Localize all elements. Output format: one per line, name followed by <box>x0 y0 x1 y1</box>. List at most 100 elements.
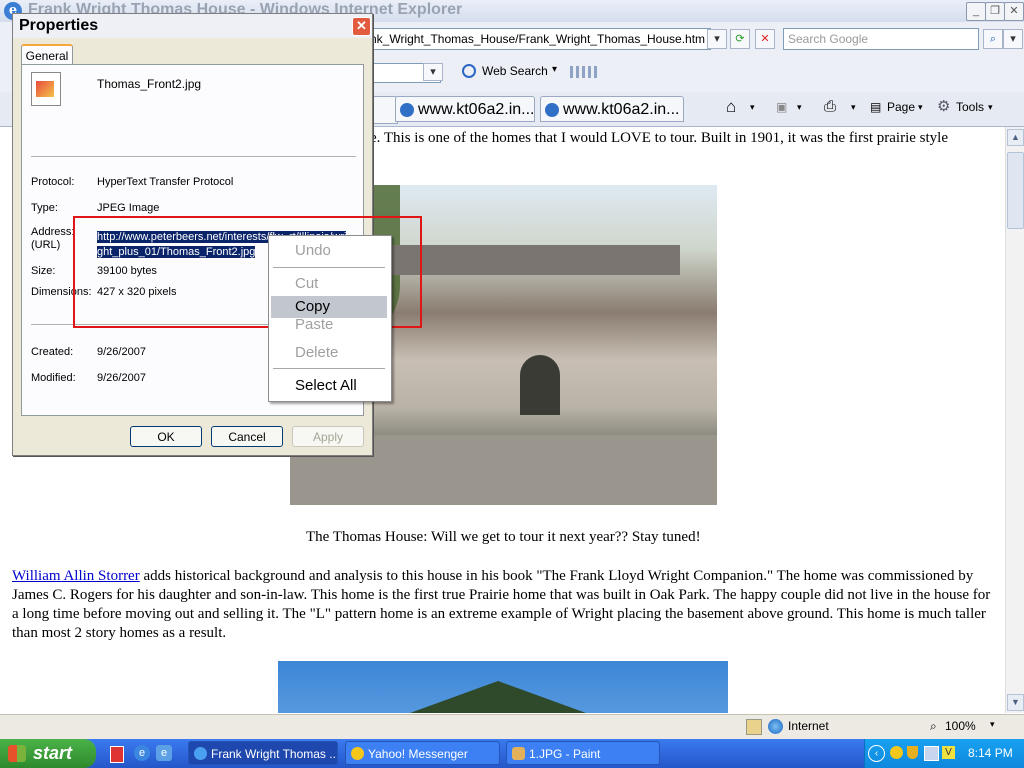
task-paint[interactable]: 1.JPG - Paint <box>506 741 660 765</box>
quicklaunch-app-icon[interactable] <box>110 746 124 763</box>
address-bar[interactable]: nk_Wright_Thomas_House/Frank_Wright_Thom… <box>365 28 711 50</box>
task-ie[interactable]: Frank Wright Thomas ... <box>188 741 338 765</box>
protocol-label: Protocol: <box>31 176 75 188</box>
combo-dropdown-icon[interactable]: ▾ <box>423 63 443 81</box>
clock[interactable]: 8:14 PM <box>968 746 1013 760</box>
start-label: start <box>33 743 73 763</box>
scroll-up-icon[interactable]: ▲ <box>1007 129 1024 146</box>
image-thumbnail-shape <box>36 81 54 97</box>
apply-button[interactable]: Apply <box>292 426 364 447</box>
tools-dropdown-icon[interactable]: ▾ <box>988 98 993 116</box>
windows-flag-icon <box>8 745 26 762</box>
page-menu-icon: ▤ <box>870 100 882 114</box>
paint-icon <box>512 747 525 760</box>
quicklaunch-ie-icon[interactable]: e <box>134 745 150 761</box>
zoom-level[interactable]: 100% <box>945 719 976 733</box>
print-icon[interactable]: ⎙ <box>824 98 836 116</box>
tray-expand-icon[interactable]: ‹ <box>868 745 885 762</box>
dialog-title: Properties <box>13 14 372 38</box>
menu-separator <box>273 267 385 268</box>
shield-icon[interactable] <box>907 746 918 759</box>
tools-menu[interactable]: Tools <box>956 98 984 116</box>
context-menu: Undo Cut Copy Paste Delete Select All <box>268 235 392 402</box>
created-value: 9/26/2007 <box>97 346 146 358</box>
menu-item-select-all[interactable]: Select All <box>271 375 387 397</box>
tab-partial[interactable] <box>370 96 398 124</box>
task-yahoo-messenger[interactable]: Yahoo! Messenger <box>345 741 500 765</box>
stop-icon[interactable]: ✕ <box>755 29 775 49</box>
print-dropdown-icon[interactable]: ▾ <box>851 98 856 116</box>
file-name: Thomas_Front2.jpg <box>97 77 202 91</box>
modified-label: Modified: <box>31 372 76 384</box>
second-house-photo[interactable] <box>278 661 728 713</box>
task-label: 1.JPG - Paint <box>529 747 601 761</box>
zoom-dropdown-icon[interactable]: ▾ <box>990 719 995 730</box>
vertical-scrollbar[interactable]: ▲ ▼ <box>1005 127 1024 713</box>
close-window-icon[interactable]: ✕ <box>1004 2 1024 21</box>
photo-caption: The Thomas House: Will we get to tour it… <box>306 529 701 545</box>
web-search-icon <box>462 64 476 78</box>
refresh-icon[interactable]: ⟳ <box>730 29 750 49</box>
signal-bars-icon <box>570 66 598 78</box>
modified-value: 9/26/2007 <box>97 372 146 384</box>
tab-kt06a2-2[interactable]: www.kt06a2.in... <box>540 96 684 122</box>
scroll-down-icon[interactable]: ▼ <box>1007 694 1024 711</box>
paragraph-line-1: William Allin Storrer adds historical ba… <box>12 567 1002 586</box>
task-label: Yahoo! Messenger <box>368 747 468 761</box>
tab-label: www.kt06a2.in... <box>563 101 680 118</box>
search-input[interactable]: Search Google <box>783 28 979 50</box>
divider <box>31 156 356 158</box>
size-label: Size: <box>31 265 56 277</box>
search-icon[interactable]: ⌕ <box>983 29 1003 49</box>
zone-label: Internet <box>788 719 829 733</box>
address-dropdown-icon[interactable]: ▾ <box>707 29 727 49</box>
home-icon[interactable]: ⌂ <box>726 98 736 116</box>
status-bar <box>0 714 1024 740</box>
feeds-dropdown-icon[interactable]: ▾ <box>797 98 802 116</box>
menu-item-delete[interactable]: Delete <box>271 342 387 364</box>
menu-item-cut[interactable]: Cut <box>271 273 387 295</box>
cancel-button[interactable]: Cancel <box>211 426 283 447</box>
start-button[interactable]: start <box>0 739 96 768</box>
page-dropdown-icon[interactable]: ▾ <box>918 98 923 116</box>
feeds-icon[interactable]: ▣ <box>776 98 787 116</box>
zoom-icon: ⌕ <box>930 719 937 733</box>
page-menu[interactable]: Page <box>887 98 915 116</box>
url-label: (URL) <box>31 239 61 251</box>
maximize-icon[interactable]: ❐ <box>985 2 1005 21</box>
globe-icon <box>768 719 783 734</box>
storrer-link[interactable]: William Allin Storrer <box>12 568 140 584</box>
quicklaunch-ie-tab-icon[interactable]: e <box>156 745 172 761</box>
scroll-thumb[interactable] <box>1007 152 1024 229</box>
ie-icon <box>194 747 207 760</box>
paragraph-text: adds historical background and analysis … <box>139 568 974 584</box>
paragraph-line-4: than most 2 story homes as a result. <box>12 625 227 641</box>
messenger-tray-icon[interactable] <box>890 746 903 759</box>
tab-general[interactable]: General <box>21 44 73 66</box>
body-paragraph: William Allin Storrer adds historical ba… <box>12 567 1002 643</box>
tray-v-icon[interactable]: V <box>942 746 955 759</box>
type-label: Type: <box>31 202 58 214</box>
image-file-icon <box>31 72 61 106</box>
tab-kt06a2-1[interactable]: www.kt06a2.in... <box>395 96 535 122</box>
web-search-dropdown-icon[interactable]: ▾ <box>552 64 557 75</box>
dialog-close-icon[interactable]: ✕ <box>352 17 371 36</box>
intro-text: e. This is one of the homes that I would… <box>370 130 948 146</box>
created-label: Created: <box>31 346 74 358</box>
search-options-icon[interactable]: ▾ <box>1003 29 1023 49</box>
gear-icon: ⚙ <box>937 98 951 115</box>
menu-item-copy[interactable]: Copy <box>271 296 387 318</box>
tab-label: www.kt06a2.in... <box>418 101 535 118</box>
network-icon[interactable] <box>924 746 939 761</box>
home-dropdown-icon[interactable]: ▾ <box>750 98 755 116</box>
ok-button[interactable]: OK <box>130 426 202 447</box>
address-label: Address: <box>31 226 75 238</box>
web-search-button[interactable]: Web Search <box>482 64 548 78</box>
arch-shape <box>520 355 560 415</box>
menu-item-undo[interactable]: Undo <box>271 240 387 262</box>
paragraph-line-2: James C. Rogers for his daughter and son… <box>12 587 991 603</box>
menu-item-paste[interactable]: Paste <box>271 319 387 331</box>
ie-page-icon <box>545 103 559 117</box>
roof-shape <box>388 681 608 713</box>
minimize-icon[interactable]: _ <box>966 2 986 21</box>
